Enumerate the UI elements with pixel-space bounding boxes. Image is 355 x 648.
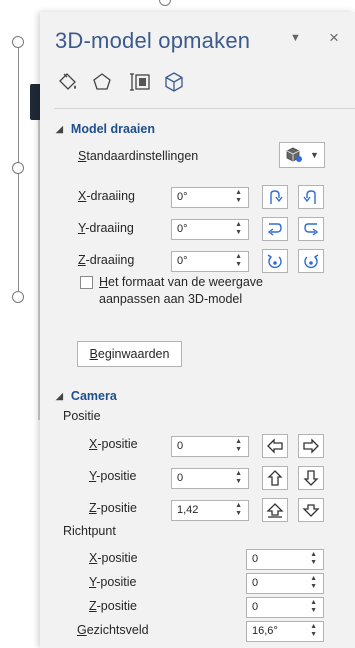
spin-arrows-icon[interactable]: ▲ ▼	[310, 599, 317, 615]
presets-label: Standaardinstellingen	[78, 149, 199, 163]
target-x-position-label: X-positie	[89, 551, 138, 565]
camera-z-position-label: Z-positie	[89, 501, 137, 515]
target-label: Richtpunt	[63, 524, 116, 538]
target-y-position-label: Y-positie	[89, 575, 137, 589]
spin-arrows-icon[interactable]: ▲ ▼	[235, 253, 242, 269]
y-rotation-spinner[interactable]: 0° ▲ ▼	[171, 219, 249, 240]
rotate-x-down-button[interactable]	[298, 185, 324, 209]
rotate-left-icon	[267, 223, 282, 236]
target-y-position-value: 0	[252, 577, 259, 589]
reset-button[interactable]: Beginwaarden	[77, 341, 182, 367]
rotate-x-up-button[interactable]	[262, 185, 288, 209]
pane-options-icon[interactable]: ▼	[290, 32, 301, 44]
rotate-y-right-button[interactable]	[298, 217, 324, 241]
z-rotation-label: Z-draaiing	[78, 253, 135, 267]
rotate-z-clockwise-button[interactable]	[298, 249, 324, 273]
arrow-backward-icon	[302, 504, 320, 517]
move-backward-button[interactable]	[298, 498, 324, 522]
pane-title: 3D-model opmaken	[55, 28, 251, 53]
target-x-position-value: 0	[252, 553, 259, 565]
spin-arrows-icon[interactable]: ▲ ▼	[235, 189, 242, 205]
camera-x-position-label: X-positie	[89, 437, 138, 451]
target-z-position-label: Z-positie	[89, 599, 137, 613]
tab-3d-model[interactable]	[162, 70, 186, 94]
tab-separator	[54, 108, 355, 109]
move-down-button[interactable]	[298, 466, 324, 490]
fit-view-label-line2: aanpassen aan 3D-model	[99, 292, 243, 306]
rotate-right-icon	[304, 223, 319, 236]
target-z-position-field[interactable]: 0 ▲ ▼	[246, 597, 324, 618]
collapse-triangle-icon: ◢	[56, 124, 63, 134]
move-left-button[interactable]	[262, 434, 288, 458]
y-rotation-value: 0°	[177, 223, 188, 235]
rotate-z-counterclockwise-button[interactable]	[262, 249, 288, 273]
arrow-right-icon	[303, 438, 319, 454]
target-x-position-field[interactable]: 0 ▲ ▼	[246, 549, 324, 570]
section-title: Model draaien	[70, 122, 155, 136]
camera-y-position-field[interactable]: 0 ▲ ▼	[171, 468, 249, 489]
camera-y-position-value: 0	[177, 472, 184, 484]
resize-handle-middle[interactable]	[12, 162, 24, 174]
section-model-rotation-header[interactable]: ◢ Model draaien	[56, 122, 155, 136]
presets-dropdown-button[interactable]: ▼	[279, 142, 325, 168]
x-rotation-value: 0°	[177, 191, 188, 203]
z-rotation-spinner[interactable]: 0° ▲ ▼	[171, 251, 249, 272]
spin-arrows-icon[interactable]: ▲ ▼	[310, 623, 317, 639]
target-z-position-value: 0	[252, 601, 259, 613]
spin-arrows-icon[interactable]: ▲ ▼	[310, 575, 317, 591]
format-3d-model-pane: 3D-model opmaken ▼ × ◢ Model draaien Sta…	[40, 12, 355, 648]
rotate-ccw-icon	[267, 254, 282, 269]
rotate-handle[interactable]	[159, 0, 171, 6]
rotate-up-icon	[270, 190, 283, 204]
spin-arrows-icon[interactable]: ▲ ▼	[235, 221, 242, 237]
rotate-cw-icon	[304, 254, 319, 269]
target-y-position-field[interactable]: 0 ▲ ▼	[246, 573, 324, 594]
arrow-up-icon	[267, 470, 283, 486]
size-icon	[130, 73, 150, 91]
spin-arrows-icon[interactable]: ▲ ▼	[235, 502, 242, 518]
resize-handle-top[interactable]	[12, 36, 24, 48]
paint-bucket-icon	[59, 73, 76, 90]
camera-x-position-value: 0	[177, 440, 184, 452]
x-rotation-label: X-draaiing	[78, 189, 135, 203]
pentagon-icon	[93, 73, 111, 90]
camera-z-position-value: 1,42	[177, 504, 199, 516]
fit-view-checkbox[interactable]	[80, 276, 93, 289]
x-rotation-spinner[interactable]: 0° ▲ ▼	[171, 187, 249, 208]
position-label: Positie	[63, 409, 101, 423]
tab-fill-line[interactable]	[56, 70, 80, 94]
rotate-y-left-button[interactable]	[262, 217, 288, 241]
section-camera-header[interactable]: ◢ Camera	[56, 389, 117, 403]
rotate-down-icon	[303, 190, 316, 204]
preset-cube-icon	[286, 147, 302, 162]
fit-view-label-line1: Het formaat van de weergave	[99, 275, 263, 289]
arrow-left-icon	[267, 438, 283, 454]
camera-y-position-label: Y-positie	[89, 469, 137, 483]
y-rotation-label: Y-draaiing	[78, 221, 134, 235]
arrow-down-icon	[303, 470, 319, 486]
field-of-view-label: Gezichtsveld	[77, 623, 149, 637]
spin-arrows-icon[interactable]: ▲ ▼	[235, 438, 242, 454]
section-title: Camera	[70, 389, 117, 403]
z-rotation-value: 0°	[177, 255, 188, 267]
tab-effects[interactable]	[90, 70, 114, 94]
cube-icon	[165, 72, 183, 92]
move-forward-button[interactable]	[262, 498, 288, 522]
camera-z-position-field[interactable]: 1,42 ▲ ▼	[171, 500, 249, 521]
chevron-down-icon: ▼	[310, 150, 319, 160]
move-right-button[interactable]	[298, 434, 324, 458]
field-of-view-value: 16,6°	[252, 625, 278, 637]
arrow-forward-icon	[266, 503, 284, 518]
move-up-button[interactable]	[262, 466, 288, 490]
field-of-view-field[interactable]: 16,6° ▲ ▼	[246, 621, 324, 642]
collapse-triangle-icon: ◢	[56, 391, 63, 401]
spin-arrows-icon[interactable]: ▲ ▼	[310, 551, 317, 567]
close-icon[interactable]: ×	[329, 28, 339, 48]
camera-x-position-field[interactable]: 0 ▲ ▼	[171, 436, 249, 457]
spin-arrows-icon[interactable]: ▲ ▼	[235, 470, 242, 486]
tab-size-properties[interactable]	[128, 70, 152, 94]
resize-handle-bottom[interactable]	[12, 291, 24, 303]
